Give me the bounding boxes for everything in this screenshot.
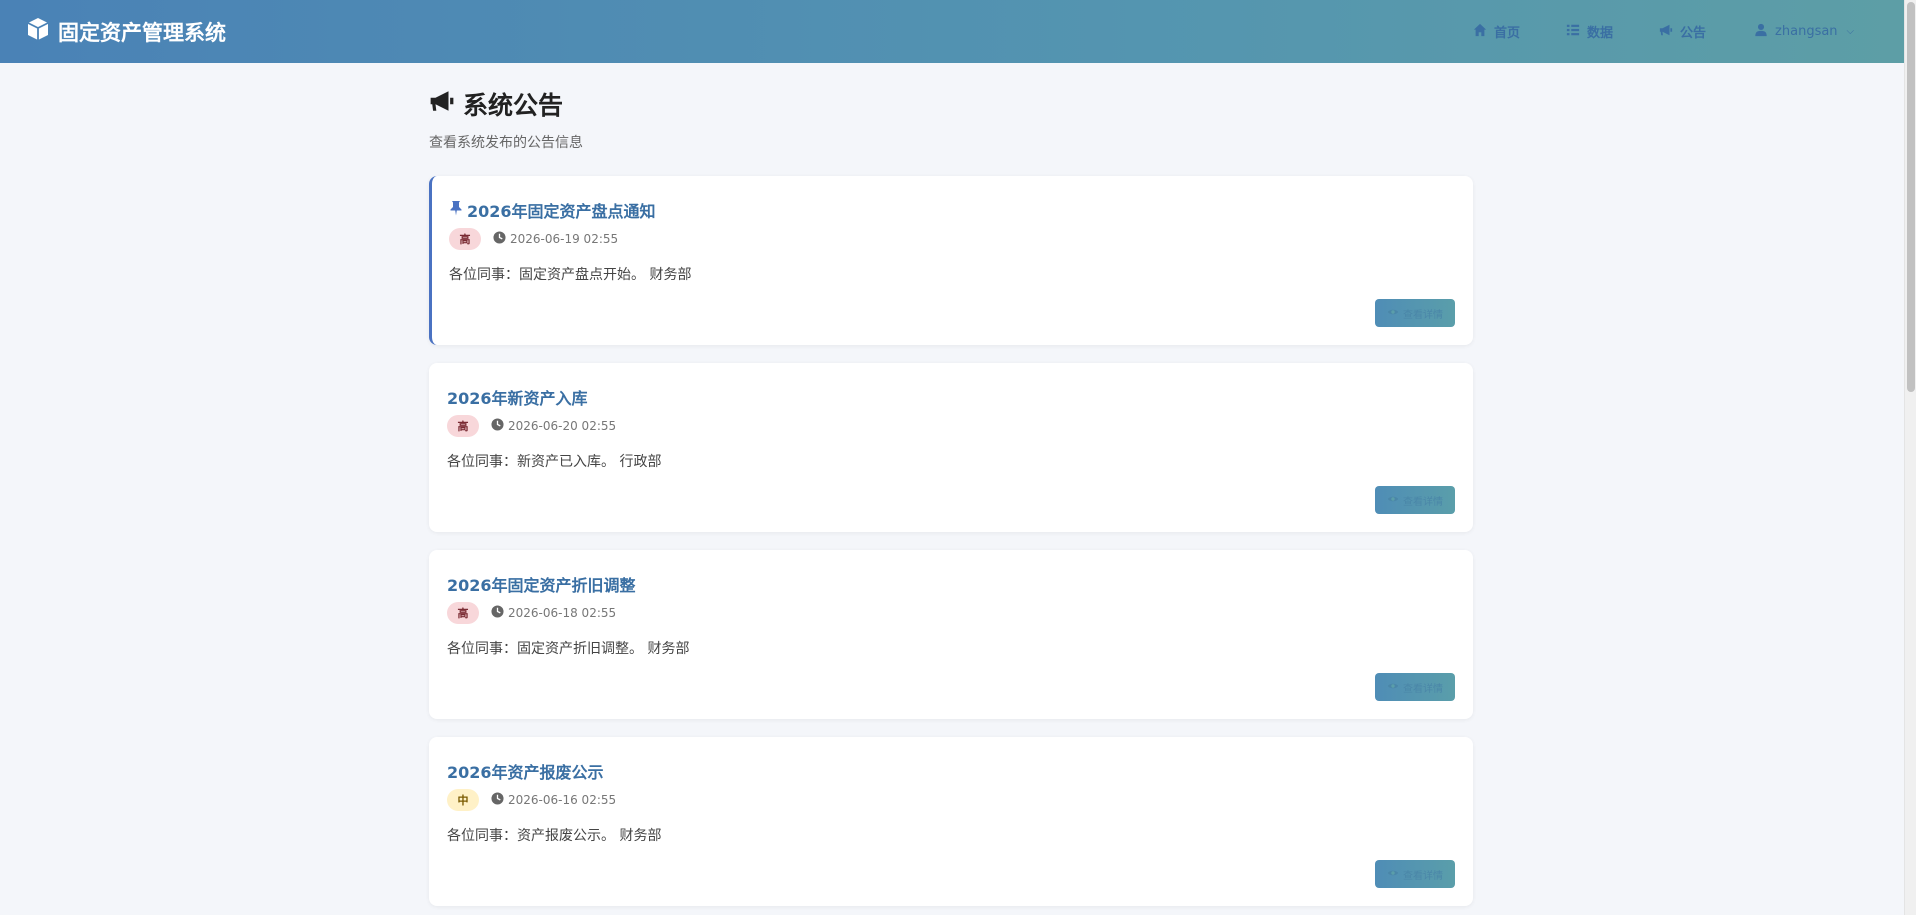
clock-icon <box>491 792 504 808</box>
view-detail-button[interactable]: 查看详情 <box>1375 673 1455 701</box>
bullhorn-icon <box>1659 23 1673 41</box>
notice-title: 2026年固定资产盘点通知 <box>467 202 656 221</box>
nav-notice-label: 公告 <box>1680 26 1707 41</box>
notice-meta: 高 2026-06-18 02:55 <box>447 602 616 624</box>
priority-badge: 中 <box>447 789 479 811</box>
nav-data-label: 数据 <box>1587 26 1614 41</box>
user-menu[interactable]: zhangsan ⌵ <box>1754 23 1854 41</box>
nav-menu: 首页 数据 公告 zhangsan ⌵ <box>1470 0 1854 63</box>
view-detail-label: 查看详情 <box>1403 309 1443 321</box>
notice-time: 2026-06-20 02:55 <box>491 418 616 434</box>
chevron-down-icon: ⌵ <box>1846 26 1855 37</box>
notice-card: 2026年资产报废公示 中 2026-06-16 02:55 各位同事：资产报废… <box>429 737 1473 906</box>
notice-title-link[interactable]: 2026年固定资产盘点通知 <box>449 198 656 222</box>
notice-time: 2026-06-18 02:55 <box>491 605 616 621</box>
scrollbar-thumb[interactable] <box>1907 2 1915 392</box>
top-navbar: 固定资产管理系统 首页 数据 公告 zhangsan ⌵ <box>0 0 1904 63</box>
page-scrollbar[interactable] <box>1904 0 1916 915</box>
nav-home-link[interactable]: 首页 <box>1473 22 1520 41</box>
notice-meta: 高 2026-06-20 02:55 <box>447 415 616 437</box>
notice-card: 2026年固定资产折旧调整 高 2026-06-18 02:55 各位同事：固定… <box>429 550 1473 719</box>
view-detail-button[interactable]: 查看详情 <box>1375 860 1455 888</box>
notice-time: 2026-06-16 02:55 <box>491 792 616 808</box>
notice-time: 2026-06-19 02:55 <box>493 231 618 247</box>
eye-icon <box>1387 680 1399 695</box>
notice-card: 2026年固定资产盘点通知 高 2026-06-19 02:55 各位同事：固定… <box>429 176 1473 345</box>
notice-time-text: 2026-06-18 02:55 <box>508 606 617 620</box>
notice-title-link[interactable]: 2026年资产报废公示 <box>447 759 604 783</box>
notice-content: 各位同事：固定资产折旧调整。 财务部 <box>447 641 690 657</box>
list-icon <box>1566 23 1580 41</box>
nav-notice-link[interactable]: 公告 <box>1659 22 1706 41</box>
view-detail-label: 查看详情 <box>1403 683 1443 695</box>
clock-icon <box>491 418 504 434</box>
notice-card: 2026年新资产入库 高 2026-06-20 02:55 各位同事：新资产已入… <box>429 363 1473 532</box>
brand-title: 固定资产管理系统 <box>58 20 226 45</box>
view-detail-button[interactable]: 查看详情 <box>1375 299 1455 327</box>
eye-icon <box>1387 306 1399 321</box>
priority-badge: 高 <box>447 415 479 437</box>
bullhorn-icon <box>429 88 455 120</box>
notice-title: 2026年固定资产折旧调整 <box>447 576 636 595</box>
pin-icon <box>449 200 463 220</box>
notice-content: 各位同事：资产报废公示。 财务部 <box>447 828 662 844</box>
notice-title: 2026年资产报废公示 <box>447 763 604 782</box>
notice-content: 各位同事：新资产已入库。 行政部 <box>447 454 662 470</box>
priority-badge: 高 <box>447 602 479 624</box>
cube-icon <box>26 17 50 46</box>
notice-meta: 中 2026-06-16 02:55 <box>447 789 616 811</box>
view-detail-button[interactable]: 查看详情 <box>1375 486 1455 514</box>
nav-data-link[interactable]: 数据 <box>1566 22 1613 41</box>
user-icon <box>1754 23 1768 41</box>
priority-badge: 高 <box>449 228 481 250</box>
view-detail-label: 查看详情 <box>1403 870 1443 882</box>
notice-title-link[interactable]: 2026年新资产入库 <box>447 385 588 409</box>
clock-icon <box>491 605 504 621</box>
username: zhangsan <box>1775 24 1838 39</box>
home-icon <box>1473 23 1487 41</box>
notice-time-text: 2026-06-20 02:55 <box>508 419 617 433</box>
notice-time-text: 2026-06-19 02:55 <box>510 232 619 246</box>
clock-icon <box>493 231 506 247</box>
notice-time-text: 2026-06-16 02:55 <box>508 793 617 807</box>
page-subtitle: 查看系统发布的公告信息 <box>429 135 583 151</box>
eye-icon <box>1387 493 1399 508</box>
nav-home-label: 首页 <box>1494 26 1521 41</box>
brand[interactable]: 固定资产管理系统 <box>26 0 226 63</box>
page-title-text: 系统公告 <box>463 91 564 120</box>
page-title: 系统公告 <box>429 86 563 122</box>
notice-content: 各位同事：固定资产盘点开始。 财务部 <box>449 267 692 283</box>
notice-meta: 高 2026-06-19 02:55 <box>449 228 618 250</box>
view-detail-label: 查看详情 <box>1403 496 1443 508</box>
eye-icon <box>1387 867 1399 882</box>
notice-title-link[interactable]: 2026年固定资产折旧调整 <box>447 572 636 596</box>
notice-title: 2026年新资产入库 <box>447 389 588 408</box>
